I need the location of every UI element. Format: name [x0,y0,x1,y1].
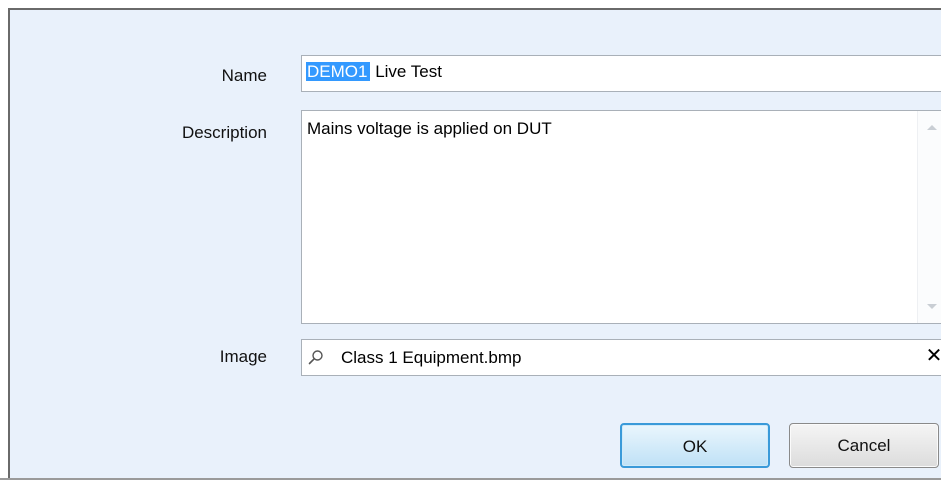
description-text: Mains voltage is applied on DUT [307,119,552,138]
chevron-down-icon[interactable] [927,304,937,309]
description-field[interactable]: Mains voltage is applied on DUT [301,110,941,324]
ok-button[interactable]: OK [620,423,770,468]
search-icon[interactable] [308,349,324,365]
close-icon[interactable]: ✕ [924,346,941,366]
image-value: Class 1 Equipment.bmp [341,348,522,367]
description-label: Description [181,123,267,142]
image-field[interactable]: Class 1 Equipment.bmp ✕ [301,339,941,376]
chevron-up-icon[interactable] [927,125,937,130]
name-label: Name [221,66,267,85]
name-text: Live Test [370,62,442,81]
cancel-button[interactable]: Cancel [789,423,939,468]
name-selected-text: DEMO1 [306,62,371,81]
dialog: Name DEMO1 Live Test Description Mains v… [8,8,941,480]
name-field[interactable]: DEMO1 Live Test [301,55,941,92]
image-label: Image [219,347,267,366]
description-scrollbar[interactable] [917,111,941,323]
